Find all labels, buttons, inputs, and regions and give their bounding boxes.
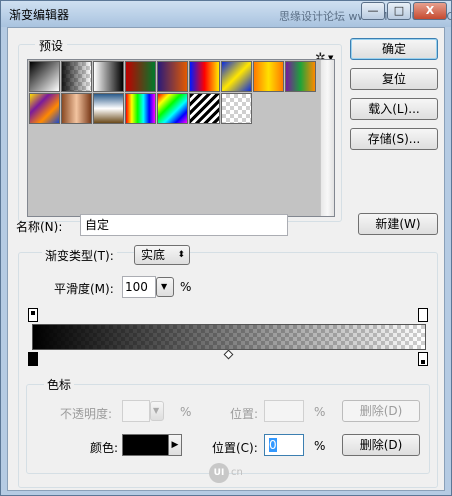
gradient-preset-violet-orange[interactable] xyxy=(157,61,188,92)
color-position-label: 位置(C): xyxy=(212,441,258,455)
color-position-input[interactable]: 0 xyxy=(264,434,304,456)
color-stops-group xyxy=(26,384,430,474)
gradient-preset-black-white[interactable] xyxy=(29,61,60,92)
close-button[interactable]: X xyxy=(413,2,447,20)
color-position-value: 0 xyxy=(269,438,277,452)
chevron-updown-icon: ⬍ xyxy=(177,250,185,260)
gradient-preset-transparent[interactable] xyxy=(221,93,252,124)
title-bar[interactable]: 渐变编辑器 思缘设计论坛 www.MISSYUAN.COM — □ X xyxy=(1,1,452,27)
color-stop-left[interactable] xyxy=(28,352,38,366)
presets-group: 预设 ✲ ▼ xyxy=(18,37,342,222)
gradient-preset-spectrum[interactable] xyxy=(125,93,156,124)
gradient-preset-blue-red-yellow[interactable] xyxy=(189,61,220,92)
gradient-type-label: 渐变类型(T): xyxy=(42,247,117,264)
name-input[interactable]: 自定 xyxy=(80,214,288,236)
chevron-down-icon: ▼ xyxy=(161,282,168,291)
opacity-position-unit: % xyxy=(314,405,326,419)
load-button[interactable]: 载入(L)... xyxy=(350,98,438,120)
opacity-label: 不透明度: xyxy=(60,407,113,421)
smoothness-input[interactable]: 100 xyxy=(122,276,156,298)
opacity-position-label: 位置: xyxy=(230,407,259,421)
opacity-stop-right[interactable] xyxy=(418,308,428,322)
triangle-right-icon: ▶ xyxy=(171,440,179,450)
color-menu-arrow[interactable]: ▶ xyxy=(168,434,182,456)
color-stop-right[interactable] xyxy=(418,352,428,366)
gradient-preset-transparent-rainbow[interactable] xyxy=(157,93,188,124)
gradient-preset-copper[interactable] xyxy=(61,93,92,124)
gradient-preset-chrome[interactable] xyxy=(93,93,124,124)
site-logo: UI xyxy=(209,463,229,483)
gradient-preset-violet-green-orange[interactable] xyxy=(285,61,316,92)
opacity-dropdown[interactable]: ▼ xyxy=(150,401,164,421)
opacity-position-input[interactable] xyxy=(264,400,304,422)
chevron-down-icon: ▼ xyxy=(153,406,160,415)
gradient-preset-orange-yellow-orange[interactable] xyxy=(253,61,284,92)
smoothness-label: 平滑度(M): xyxy=(54,282,114,296)
gradient-preset-blue-yellow-blue[interactable] xyxy=(221,61,252,92)
smoothness-unit: % xyxy=(180,280,192,294)
gradient-preset-red-green[interactable] xyxy=(125,61,156,92)
name-label: 名称(N): xyxy=(16,220,63,234)
stops-label: 色标 xyxy=(44,376,75,393)
color-position-unit: % xyxy=(314,439,326,453)
ok-button[interactable]: 确定 xyxy=(350,38,438,60)
color-delete-button[interactable]: 删除(D) xyxy=(342,434,420,456)
smoothness-dropdown[interactable]: ▼ xyxy=(156,277,174,297)
save-button[interactable]: 存储(S)... xyxy=(350,128,438,150)
maximize-button[interactable]: □ xyxy=(387,2,411,20)
gradient-preset-transparent-stripes[interactable] xyxy=(189,93,220,124)
minimize-button[interactable]: — xyxy=(361,2,385,20)
scrollbar[interactable] xyxy=(320,60,334,216)
gradient-editor-window: 渐变编辑器 思缘设计论坛 www.MISSYUAN.COM — □ X 预设 ✲… xyxy=(0,0,452,496)
gradient-preset-yellow-violet-orange-blue[interactable] xyxy=(29,93,60,124)
dialog-body: 预设 ✲ ▼ 确定 复位 载入(L)... 存储(S)... 名称(N): 自定… xyxy=(7,27,445,491)
gradient-preset-fg-transparent[interactable] xyxy=(61,61,92,92)
reset-button[interactable]: 复位 xyxy=(350,68,438,90)
opacity-input[interactable] xyxy=(122,400,150,422)
preset-swatch-list[interactable] xyxy=(27,59,335,217)
window-title: 渐变编辑器 xyxy=(9,8,70,22)
site-logo-caption: cn xyxy=(231,467,243,478)
color-label: 颜色: xyxy=(90,441,119,455)
gradient-preview-bar[interactable] xyxy=(32,324,426,350)
opacity-stop-left[interactable] xyxy=(28,308,38,322)
gradient-fill xyxy=(33,325,425,349)
new-button[interactable]: 新建(W) xyxy=(358,213,438,235)
gradient-preset-black-white-2[interactable] xyxy=(93,61,124,92)
gradient-type-select[interactable]: 实底 ⬍ xyxy=(134,245,190,265)
opacity-delete-button[interactable]: 删除(D) xyxy=(342,400,420,422)
presets-label: 预设 xyxy=(35,37,68,54)
gradient-type-value: 实底 xyxy=(141,248,166,262)
opacity-unit: % xyxy=(180,405,192,419)
